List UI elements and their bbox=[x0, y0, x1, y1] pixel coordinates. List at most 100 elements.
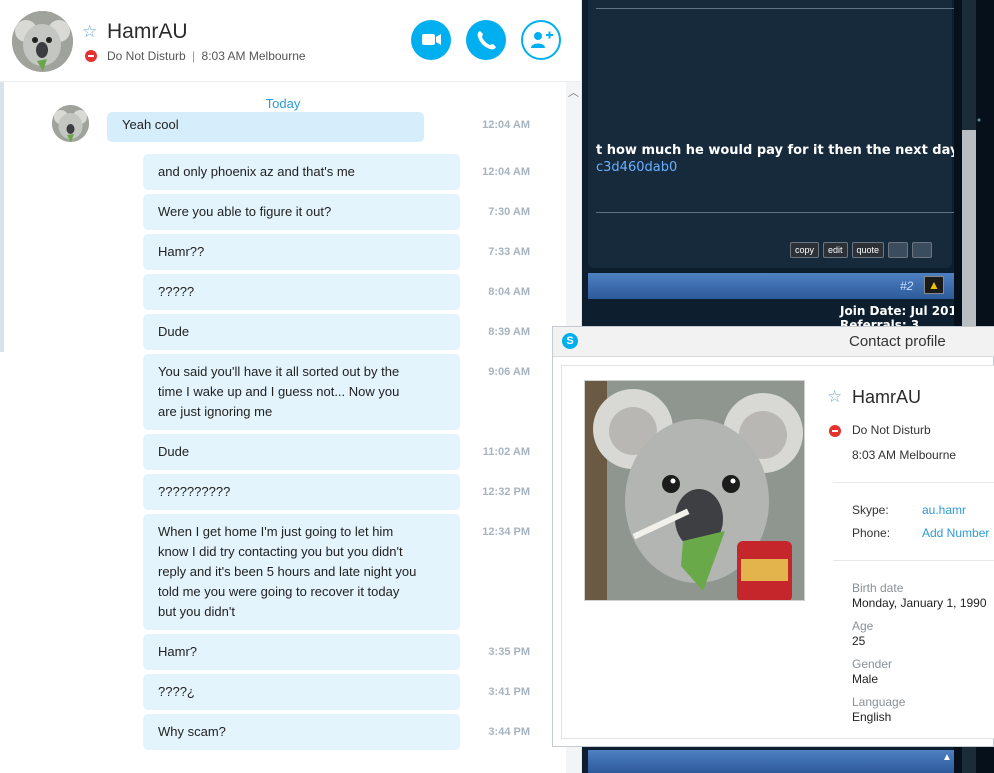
message-time: 12:04 AM bbox=[482, 119, 530, 131]
window-title: Contact profile bbox=[849, 333, 946, 350]
quote-button[interactable]: quote bbox=[851, 242, 885, 258]
favorite-star-icon[interactable]: ☆ bbox=[827, 388, 842, 405]
outgoing-message[interactable]: and only phoenix az and that's me bbox=[143, 154, 460, 190]
audio-call-button[interactable] bbox=[466, 20, 506, 60]
contact-profile-window: S Contact profile ☆ HamrAU Do Not Distur… bbox=[552, 326, 994, 747]
post-link[interactable]: c3d460dab0 bbox=[596, 160, 677, 175]
message-text-line: told me you were going to recover it tod… bbox=[158, 584, 400, 599]
message-text-line: Were you able to figure it out? bbox=[158, 204, 332, 219]
contact-status: Do Not Disturb | 8:03 AM Melbourne bbox=[107, 49, 306, 63]
left-edge-indicator bbox=[0, 82, 4, 352]
outgoing-message[interactable]: Hamr?? bbox=[143, 234, 460, 270]
favorite-star-icon[interactable]: ☆ bbox=[82, 23, 97, 40]
outgoing-message[interactable]: Dude bbox=[143, 314, 460, 350]
message-time: 8:04 AM bbox=[488, 286, 530, 298]
birth-date-value: Monday, January 1, 1990 bbox=[852, 596, 987, 610]
divider bbox=[833, 482, 994, 483]
report-warning-icon[interactable]: ▲ bbox=[924, 276, 944, 294]
message-text-line: Dude bbox=[158, 324, 190, 339]
age-label: Age bbox=[852, 619, 874, 633]
forum-post: t how much he would pay for it then the … bbox=[588, 0, 987, 268]
copy-button[interactable]: copy bbox=[790, 242, 820, 258]
message-text-line: Why scam? bbox=[158, 724, 226, 739]
outgoing-message[interactable]: Why scam? bbox=[143, 714, 460, 750]
language-label: Language bbox=[852, 695, 906, 709]
skype-name-link[interactable]: au.hamr bbox=[922, 503, 966, 517]
outgoing-message[interactable]: Dude bbox=[143, 434, 460, 470]
profile-status: Do Not Disturb bbox=[852, 423, 931, 437]
contact-name[interactable]: HamrAU bbox=[107, 20, 188, 44]
status-text: Do Not Disturb bbox=[107, 49, 186, 63]
add-contact-icon bbox=[531, 31, 553, 48]
chat-header: ☆ HamrAU Do Not Disturb | 8:03 AM Melbou… bbox=[0, 0, 581, 82]
edit-button[interactable]: edit bbox=[823, 242, 848, 258]
birth-date-label: Birth date bbox=[852, 581, 904, 595]
profile-name: HamrAU bbox=[852, 387, 922, 407]
profile-local-time: 8:03 AM Melbourne bbox=[852, 448, 957, 462]
outgoing-message[interactable]: ????¿ bbox=[143, 674, 460, 710]
message-avatar[interactable] bbox=[52, 105, 89, 142]
do-not-disturb-icon bbox=[85, 50, 97, 62]
message-text-line: reply and it's been 5 hours and late nig… bbox=[158, 564, 417, 579]
message-time: 11:02 AM bbox=[482, 446, 530, 458]
join-date: Join Date: Jul 2012 bbox=[840, 304, 966, 318]
message-text-line: and only phoenix az and that's me bbox=[158, 164, 355, 179]
divider bbox=[833, 560, 994, 561]
message-time: 3:41 PM bbox=[488, 686, 530, 698]
multi-quote-icon[interactable] bbox=[888, 242, 909, 258]
message-time: 12:04 AM bbox=[482, 166, 530, 178]
message-text-line: ????¿ bbox=[158, 684, 195, 699]
outgoing-message[interactable]: You said you'll have it all sorted out b… bbox=[143, 354, 460, 430]
forum-scrollbar-thumb[interactable] bbox=[962, 130, 976, 330]
message-text-line: Hamr? bbox=[158, 644, 198, 659]
outgoing-message[interactable]: Were you able to figure it out? bbox=[143, 194, 460, 230]
date-divider: Today bbox=[265, 96, 301, 111]
outgoing-message[interactable]: Hamr? bbox=[143, 634, 460, 670]
message-text-line: ????? bbox=[158, 284, 195, 299]
outgoing-message[interactable]: ?????????? bbox=[143, 474, 460, 510]
add-number-link[interactable]: Add Number bbox=[922, 526, 989, 540]
phone-label: Phone: bbox=[852, 526, 891, 540]
message-text-line: You said you'll have it all sorted out b… bbox=[158, 364, 400, 379]
message-text-line: ?????????? bbox=[158, 484, 231, 499]
message-text-line: but you didn't bbox=[158, 604, 235, 619]
message-text-line: know I did try contacting you but you di… bbox=[158, 544, 403, 559]
post-divider bbox=[596, 212, 954, 213]
language-value: English bbox=[852, 710, 892, 724]
message-time: 12:34 PM bbox=[482, 526, 530, 538]
age-value: 25 bbox=[852, 634, 866, 648]
post-buttons: copy edit quote bbox=[790, 242, 933, 258]
do-not-disturb-icon bbox=[829, 425, 841, 437]
message-time: 3:44 PM bbox=[488, 726, 530, 738]
status-separator: | bbox=[192, 49, 196, 63]
message-text-line: are just ignoring me bbox=[158, 404, 273, 419]
chat-window: ☆ HamrAU Do Not Disturb | 8:03 AM Melbou… bbox=[0, 0, 582, 773]
message-time: 8:39 AM bbox=[488, 326, 530, 338]
profile-titlebar: S Contact profile bbox=[553, 327, 994, 357]
video-call-button[interactable] bbox=[411, 20, 451, 60]
skype-logo-icon: S bbox=[562, 333, 578, 349]
post-number[interactable]: #2 bbox=[900, 279, 913, 293]
scroll-up-icon[interactable]: ▲ bbox=[942, 752, 952, 763]
post-footer-bar bbox=[588, 750, 954, 773]
post-divider bbox=[596, 8, 954, 9]
audio-call-icon bbox=[477, 31, 496, 50]
add-contact-button[interactable] bbox=[521, 20, 561, 60]
scroll-up-arrow-icon[interactable]: ︿ bbox=[568, 84, 579, 100]
incoming-message[interactable]: Yeah cool bbox=[107, 112, 424, 142]
message-time: 7:30 AM bbox=[488, 206, 530, 218]
message-time: 7:33 AM bbox=[488, 246, 530, 258]
message-text-line: Dude bbox=[158, 444, 190, 459]
gender-value: Male bbox=[852, 672, 879, 686]
outgoing-message[interactable]: ????? bbox=[143, 274, 460, 310]
avatar[interactable] bbox=[12, 11, 73, 72]
profile-photo bbox=[584, 380, 805, 601]
skype-label: Skype: bbox=[852, 503, 889, 517]
message-time: 9:06 AM bbox=[488, 366, 530, 378]
post-text: t how much he would pay for it then the … bbox=[596, 143, 988, 158]
message-text-line: When I get home I'm just going to let hi… bbox=[158, 524, 394, 539]
message-text-line: time I wake up and I guess not... Now yo… bbox=[158, 384, 400, 399]
video-call-icon bbox=[422, 34, 441, 45]
edit-note-icon[interactable] bbox=[912, 242, 933, 258]
outgoing-message[interactable]: When I get home I'm just going to let hi… bbox=[143, 514, 460, 630]
